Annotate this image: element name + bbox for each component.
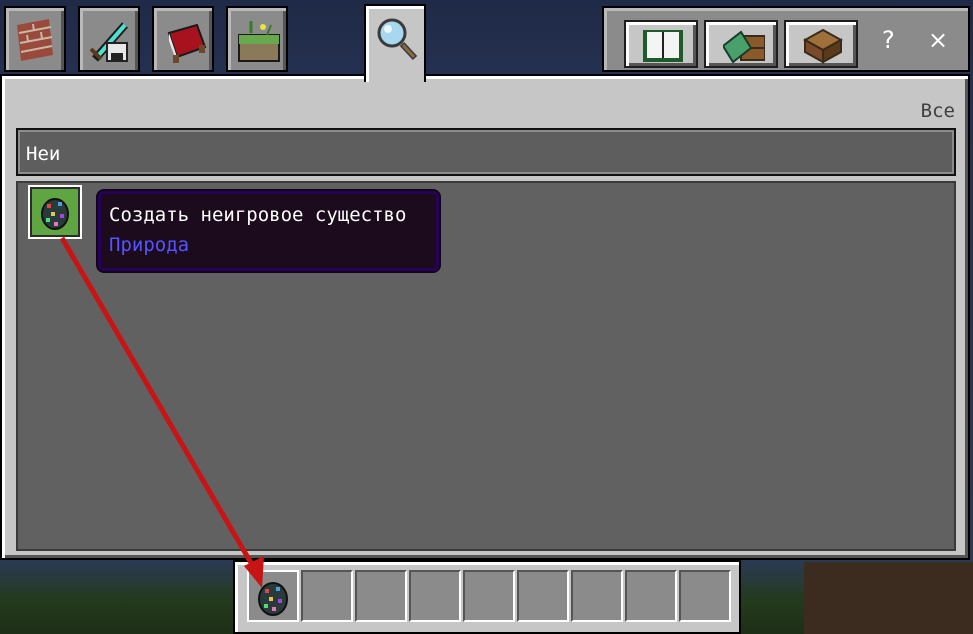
search-input[interactable]: Неи bbox=[16, 128, 956, 176]
hotbar-slot-5[interactable] bbox=[463, 570, 515, 622]
crafting-table-icon bbox=[803, 28, 843, 64]
tooltip-title: Создать неигровое существо bbox=[109, 204, 407, 226]
hotbar-slot-4[interactable] bbox=[409, 570, 461, 622]
close-button[interactable]: × bbox=[928, 28, 948, 52]
spawn-egg-icon bbox=[41, 198, 69, 230]
grass-block-icon bbox=[238, 21, 280, 62]
hotbar-slot-7[interactable] bbox=[571, 570, 623, 622]
hotbar-slot-8[interactable] bbox=[625, 570, 677, 622]
open-book-icon bbox=[643, 30, 683, 62]
item-tooltip: Создать неигровое существо Природа bbox=[98, 191, 439, 271]
top-right-toolbar: ? × bbox=[602, 6, 970, 72]
hotbar bbox=[233, 560, 741, 634]
red-bed-icon bbox=[167, 23, 207, 63]
diamond-sword-helmet-icon bbox=[89, 22, 128, 62]
result-slot-selected[interactable] bbox=[28, 185, 82, 239]
crafting-button[interactable] bbox=[784, 20, 858, 68]
hotbar-slot-6[interactable] bbox=[517, 570, 569, 622]
craftable-toggle-button[interactable] bbox=[704, 20, 778, 68]
hotbar-slot-1[interactable] bbox=[247, 570, 299, 622]
hotbar-slot-3[interactable] bbox=[355, 570, 407, 622]
filter-dropdown[interactable]: Все bbox=[921, 100, 955, 122]
background-block bbox=[804, 562, 973, 634]
magnifier-icon bbox=[377, 18, 418, 61]
tooltip-category: Природа bbox=[109, 234, 190, 256]
recipe-book-button[interactable] bbox=[624, 20, 698, 68]
hotbar-slot-2[interactable] bbox=[301, 570, 353, 622]
tab-construction[interactable] bbox=[4, 6, 66, 72]
book-chest-icon bbox=[723, 30, 765, 64]
tab-equipment[interactable] bbox=[78, 6, 140, 72]
bricks-icon bbox=[17, 19, 53, 61]
spawn-egg-icon bbox=[258, 582, 288, 616]
tab-search[interactable] bbox=[364, 4, 426, 82]
tab-items[interactable] bbox=[152, 6, 214, 72]
help-button[interactable]: ? bbox=[882, 28, 895, 52]
hotbar-slot-9[interactable] bbox=[679, 570, 731, 622]
tab-nature[interactable] bbox=[226, 6, 288, 72]
